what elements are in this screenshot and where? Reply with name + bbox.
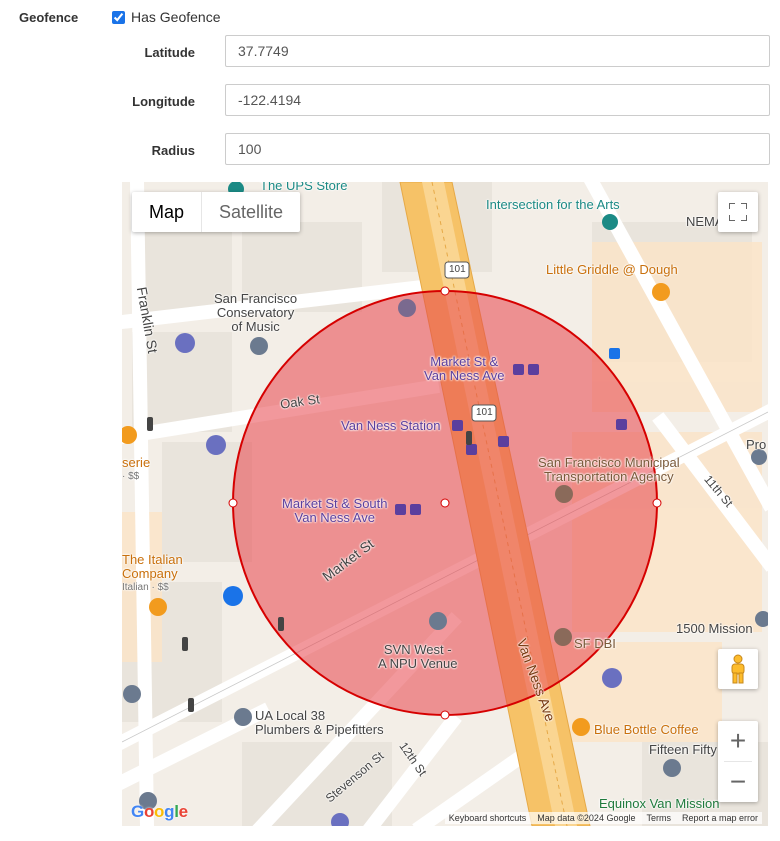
has-geofence-checkbox[interactable] <box>112 10 125 24</box>
map-type-control: Map Satellite <box>132 192 301 232</box>
map-label-market-van-ness-line2: Van Ness Ave <box>424 368 505 383</box>
map-label-serie: serie · $$ <box>122 456 150 484</box>
map-label-serie-line2: · $$ <box>122 471 140 482</box>
map-label-van-ness-station: Van Ness Station <box>341 418 441 433</box>
zoom-in-button[interactable]: + <box>718 721 758 761</box>
radius-label: Radius <box>151 143 195 158</box>
google-logo[interactable]: Google <box>131 802 188 822</box>
map-label-fifteen-fifty: Fifteen Fifty <box>649 742 717 757</box>
longitude-label: Longitude <box>132 94 195 109</box>
map-label-market-van-ness: Market St & Van Ness Ave <box>424 355 504 383</box>
map-label-sfmta-line1: San Francisco Municipal <box>538 455 680 470</box>
map-label-svn-west: SVN West - A NPU Venue <box>378 643 458 671</box>
latitude-input[interactable] <box>225 35 770 67</box>
us101-shield-label-1: 101 <box>449 264 466 275</box>
map-label-svn-west-line1: SVN West - <box>383 642 452 657</box>
radius-input[interactable] <box>225 133 770 165</box>
map-type-map-button[interactable]: Map <box>132 192 201 232</box>
map-label-intersection-arts: Intersection for the Arts <box>486 197 620 212</box>
map-label-serie-line1: serie <box>122 455 151 470</box>
map-label-ua-local-line2: Plumbers & Pipefitters <box>255 722 384 737</box>
map-label-italian-line2: Company <box>122 566 178 581</box>
map-label-italian-line3: Italian · $$ <box>122 582 169 593</box>
us101-shield-label-2: 101 <box>476 407 493 418</box>
has-geofence-checkbox-row[interactable]: Has Geofence <box>112 9 221 25</box>
map-label-conservatory-line2: Conservatory <box>216 305 295 320</box>
has-geofence-label: Has Geofence <box>131 9 221 25</box>
longitude-input[interactable] <box>225 84 770 116</box>
map-label-sf-dbi: SF DBI <box>574 636 616 651</box>
keyboard-shortcuts-link[interactable]: Keyboard shortcuts <box>449 813 527 823</box>
map-view[interactable]: The UPS Store Intersection for the Arts … <box>122 182 768 826</box>
map-label-sfmta-line2: Transportation Agency <box>544 469 674 484</box>
map-label-conservatory-line1: San Francisco <box>214 291 298 306</box>
latitude-label: Latitude <box>144 45 195 60</box>
map-label-little-griddle: Little Griddle @ Dough <box>546 262 678 277</box>
map-label-blue-bottle: Blue Bottle Coffee <box>594 722 699 737</box>
map-label-svn-west-line2: A NPU Venue <box>378 656 458 671</box>
map-label-market-south: Market St & South Van Ness Ave <box>282 497 388 525</box>
map-label-market-van-ness-line1: Market St & <box>430 354 499 369</box>
zoom-out-button[interactable]: − <box>718 762 758 802</box>
street-view-pegman-button[interactable] <box>718 649 758 689</box>
pegman-icon <box>731 654 745 684</box>
map-label-equinox: Equinox Van Mission <box>599 796 720 811</box>
map-label-italian: The Italian Company Italian · $$ <box>122 553 183 595</box>
fullscreen-button[interactable] <box>718 192 758 232</box>
fullscreen-icon <box>729 203 747 221</box>
map-label-ua-local-line1: UA Local 38 <box>255 708 326 723</box>
map-label-market-south-line2: Van Ness Ave <box>294 510 375 525</box>
map-label-italian-line1: The Italian <box>122 552 183 567</box>
map-type-satellite-button[interactable]: Satellite <box>201 192 300 232</box>
map-footer: Keyboard shortcuts Map data ©2024 Google… <box>444 812 762 824</box>
map-label-conservatory: San Francisco Conservatory of Music <box>214 292 297 334</box>
map-data-attribution: Map data ©2024 Google <box>537 813 636 823</box>
report-map-error-link[interactable]: Report a map error <box>682 813 758 823</box>
map-label-ua-local: UA Local 38 Plumbers & Pipefitters <box>255 709 384 737</box>
map-label-market-south-line1: Market St & South <box>282 496 388 511</box>
geofence-section-label: Geofence <box>19 10 79 25</box>
map-label-sfmta: San Francisco Municipal Transportation A… <box>538 456 680 484</box>
map-label-1500-mission: 1500 Mission <box>676 621 753 636</box>
terms-link[interactable]: Terms <box>646 813 671 823</box>
map-label-conservatory-line3: of Music <box>231 319 280 334</box>
zoom-control: + − <box>718 721 758 802</box>
map-label-pro: Pro <box>746 437 767 452</box>
